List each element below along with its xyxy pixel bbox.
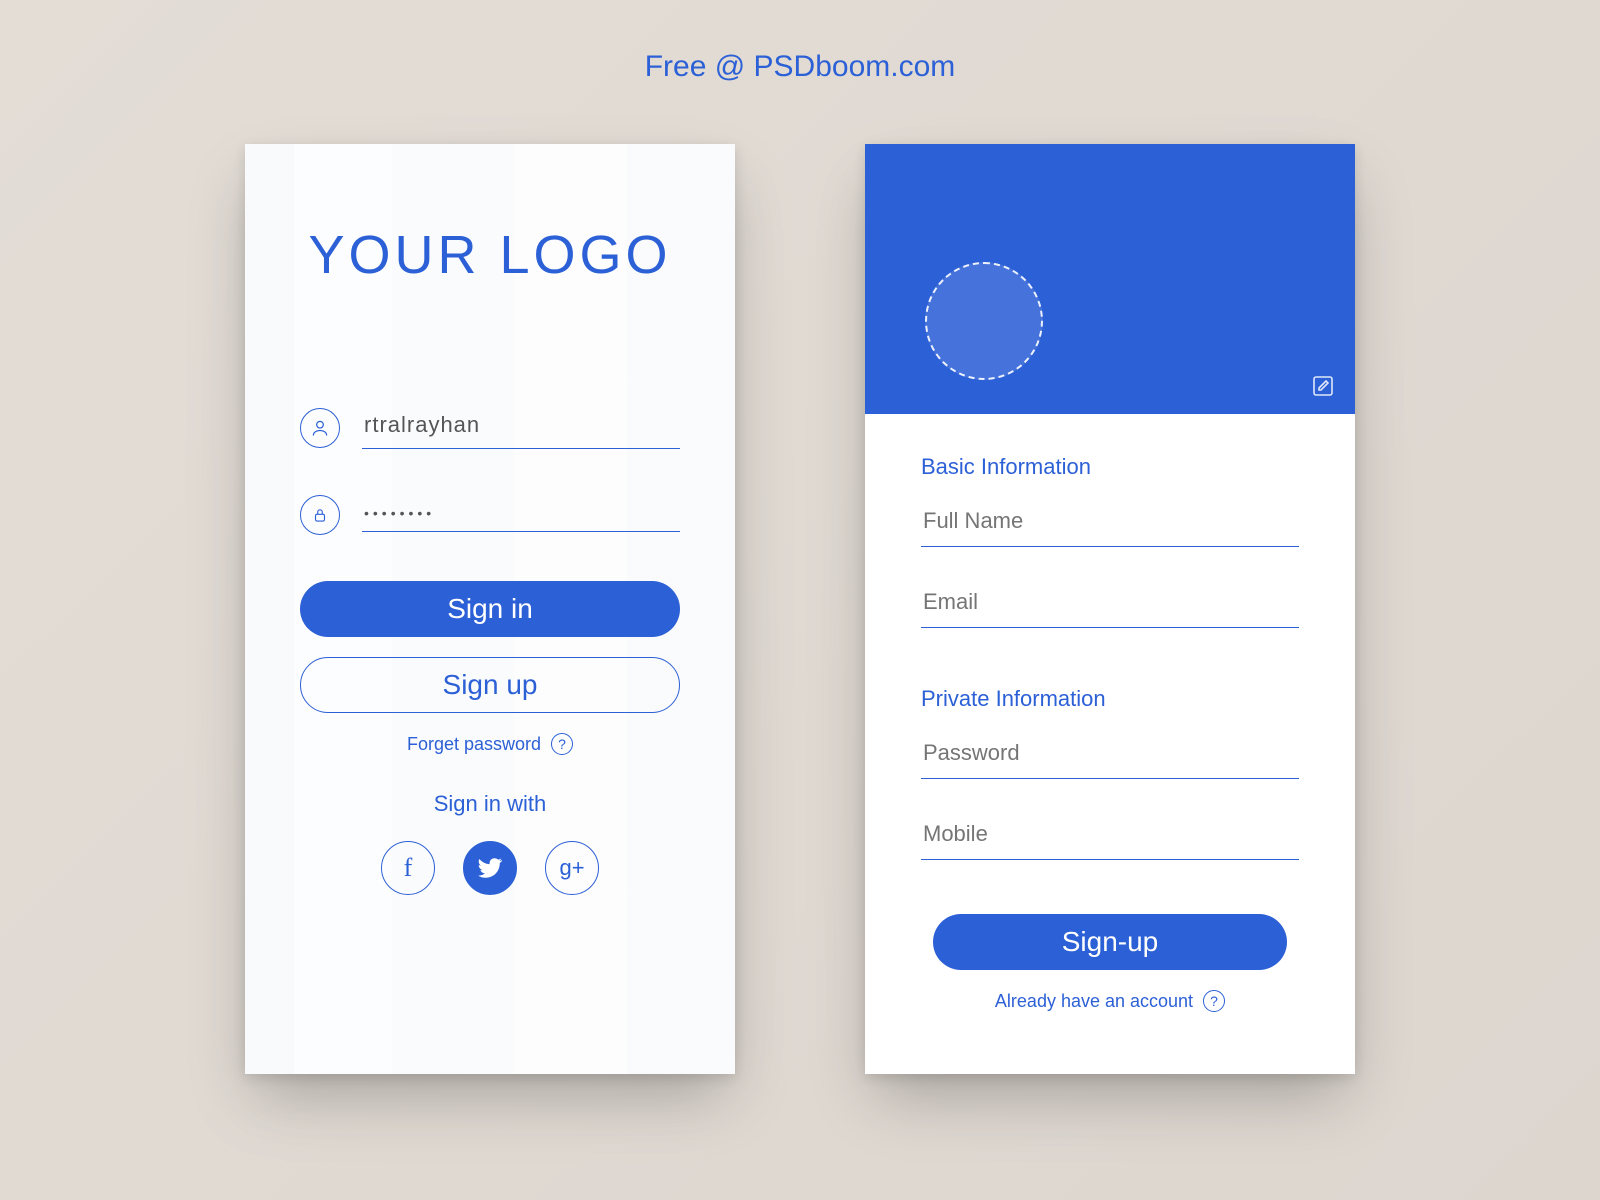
header-tagline: Free @ PSDboom.com bbox=[0, 0, 1600, 84]
lock-icon bbox=[300, 495, 340, 535]
password-input[interactable] bbox=[362, 499, 680, 532]
signin-with-label: Sign in with bbox=[300, 791, 680, 817]
password-row bbox=[300, 495, 680, 535]
basic-info-heading: Basic Information bbox=[921, 454, 1299, 480]
email-input[interactable] bbox=[921, 581, 1299, 628]
already-have-account-link[interactable]: Already have an account ? bbox=[921, 990, 1299, 1012]
signup-hero bbox=[865, 144, 1355, 414]
twitter-icon bbox=[477, 855, 503, 881]
google-plus-button[interactable]: g+ bbox=[545, 841, 599, 895]
already-have-account-label: Already have an account bbox=[995, 991, 1193, 1012]
help-icon: ? bbox=[1203, 990, 1225, 1012]
username-input[interactable] bbox=[362, 406, 680, 449]
edit-cover-icon[interactable] bbox=[1311, 374, 1337, 400]
help-icon: ? bbox=[551, 733, 573, 755]
submit-signup-button[interactable]: Sign-up bbox=[933, 914, 1287, 970]
avatar-upload[interactable] bbox=[925, 262, 1043, 380]
logo-text: YOUR LOGO bbox=[300, 224, 680, 286]
login-card: YOUR LOGO Sign in Sign up Forget passwor… bbox=[245, 144, 735, 1074]
fullname-input[interactable] bbox=[921, 500, 1299, 547]
forgot-password-label: Forget password bbox=[407, 734, 541, 755]
social-row: f g+ bbox=[300, 841, 680, 895]
mobile-input[interactable] bbox=[921, 813, 1299, 860]
signin-button[interactable]: Sign in bbox=[300, 581, 680, 637]
private-info-heading: Private Information bbox=[921, 686, 1299, 712]
username-row bbox=[300, 406, 680, 449]
facebook-button[interactable]: f bbox=[381, 841, 435, 895]
signup-button[interactable]: Sign up bbox=[300, 657, 680, 713]
signup-card: Basic Information Private Information Si… bbox=[865, 144, 1355, 1074]
signup-password-input[interactable] bbox=[921, 732, 1299, 779]
user-icon bbox=[300, 408, 340, 448]
forgot-password-link[interactable]: Forget password ? bbox=[300, 733, 680, 755]
twitter-button[interactable] bbox=[463, 841, 517, 895]
